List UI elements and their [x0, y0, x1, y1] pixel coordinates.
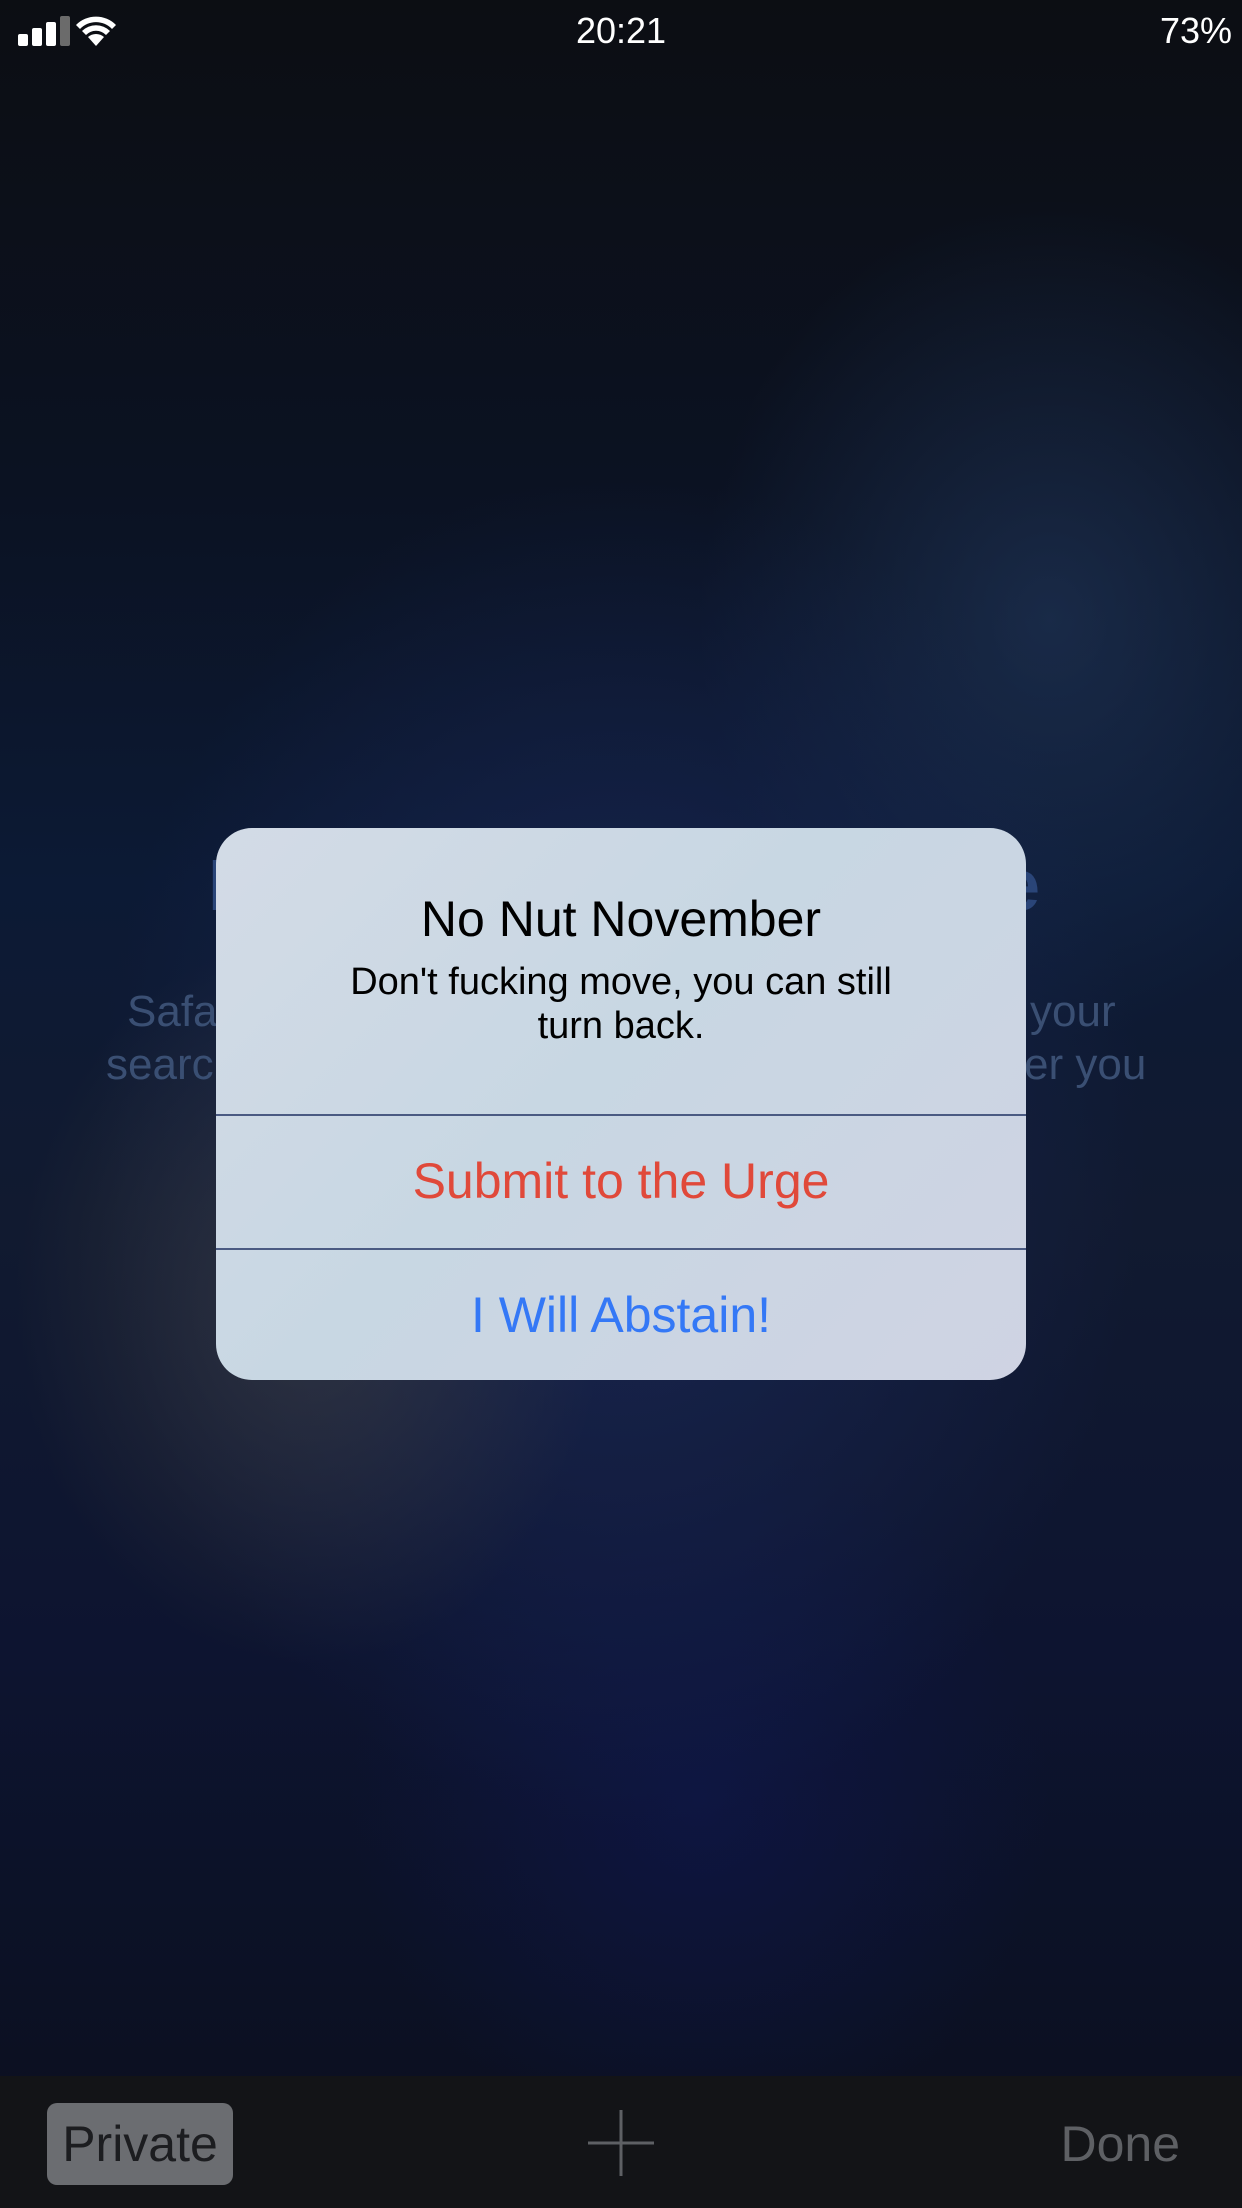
submit-to-urge-button[interactable]: Submit to the Urge — [216, 1116, 1026, 1246]
background-text-line2-right: er you — [1024, 1040, 1147, 1089]
private-browsing-button[interactable]: Private — [47, 2103, 233, 2185]
status-bar: 20:21 73% — [0, 0, 1242, 62]
background-text-line1-right: your — [1030, 987, 1116, 1036]
alert-message: Don't fucking move, you can still turn b… — [350, 961, 892, 1047]
done-button[interactable]: Done — [1060, 2103, 1180, 2185]
alert-header: No Nut November Don't fucking move, you … — [216, 828, 1026, 1114]
battery-percentage: 73% — [1159, 10, 1232, 51]
alert-title: No Nut November — [420, 891, 822, 947]
background-text-line1-left: Safa — [127, 987, 218, 1036]
plus-icon[interactable] — [588, 2110, 654, 2176]
abstain-button[interactable]: I Will Abstain! — [216, 1250, 1026, 1380]
bottom-toolbar: Private Done — [0, 2076, 1242, 2208]
alert-dialog: No Nut November Don't fucking move, you … — [216, 828, 1026, 1380]
background-text-line2-left: searc — [106, 1040, 214, 1089]
safari-tab-view-screen: 20:21 73% P e Safa your searc er you No … — [0, 0, 1242, 2208]
status-time: 20:21 — [575, 10, 667, 51]
